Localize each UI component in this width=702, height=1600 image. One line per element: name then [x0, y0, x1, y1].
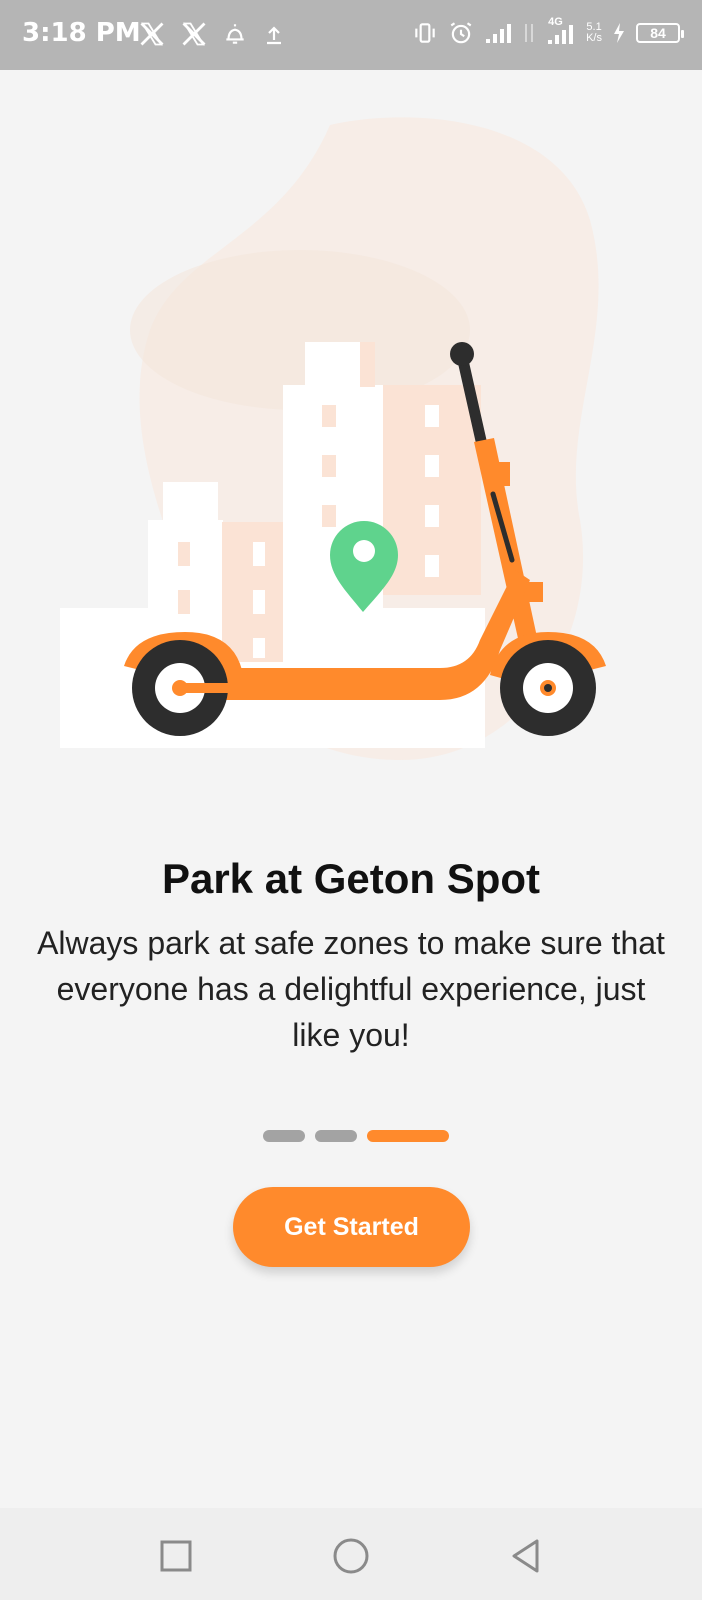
net-speed: 5.1 K/s	[586, 22, 602, 44]
back-icon	[512, 1539, 539, 1573]
vibrate-icon	[415, 23, 435, 43]
4g-signal: 4G	[546, 16, 576, 46]
x-icon	[182, 22, 206, 46]
alarm-icon	[450, 22, 472, 44]
page-dot-3-active	[367, 1130, 449, 1142]
onboarding-title: Park at Geton Spot	[161, 855, 541, 902]
signal-icon	[486, 24, 512, 43]
page-dot-1	[263, 1130, 305, 1142]
recents-button[interactable]	[156, 1536, 196, 1576]
back-button[interactable]	[506, 1536, 546, 1576]
page-indicator	[263, 1130, 449, 1142]
system-nav-bar	[0, 1508, 702, 1600]
4g-signal-icon	[548, 25, 574, 44]
scooter-illustration	[60, 117, 606, 760]
get-started-button[interactable]: Get Started	[233, 1187, 470, 1267]
page-dot-2	[315, 1130, 357, 1142]
upload-icon	[267, 26, 281, 45]
status-time: 3:18 PM	[22, 18, 141, 48]
battery-indicator: 84	[636, 23, 684, 43]
status-bar: 3:18 PM 4G 5.1 K/s 84	[0, 0, 702, 70]
charging-icon	[614, 23, 624, 43]
home-button[interactable]	[331, 1536, 371, 1576]
recents-icon	[160, 1540, 192, 1572]
net-speed-unit: K/s	[586, 32, 602, 44]
notification-bell-icon	[226, 24, 244, 44]
status-right-icons: 4G 5.1 K/s 84	[412, 16, 684, 46]
onboarding-description: Always park at safe zones to make sure t…	[37, 925, 665, 1053]
battery-level: 84	[650, 25, 666, 41]
home-icon	[333, 1538, 369, 1574]
data-arrows-icon	[525, 24, 534, 42]
x-icon	[140, 22, 164, 46]
status-left-icons	[138, 20, 286, 48]
